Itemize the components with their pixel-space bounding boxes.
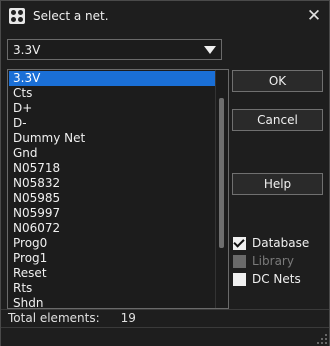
ok-button[interactable]: OK [232,70,323,92]
list-item[interactable]: N05718 [9,161,216,176]
net-list: 3.3V Cts D+ D- Dummy Net Gnd N05718 N05832 N0598… [8,70,216,308]
dc-nets-checkbox[interactable] [233,272,246,286]
status-bar [1,327,329,346]
net-listbox[interactable]: 3.3V Cts D+ D- Dummy Net Gnd N05718 N05832 N0598… [7,69,229,309]
list-item[interactable]: N06072 [9,221,216,236]
combo-value: 3.3V [13,42,41,57]
dialog-window: Select a net. ✕ 3.3V 3.3V Cts D+ D- Dummy Ne… [0,0,330,346]
library-checkbox-row: Library [233,253,294,269]
database-checkbox[interactable] [233,236,246,250]
database-checkbox-row[interactable]: Database [233,235,309,251]
total-elements-count: 19 [120,311,136,325]
library-label: Library [252,254,294,268]
list-item[interactable]: Dummy Net [9,131,216,146]
list-item[interactable]: Prog0 [9,236,216,251]
list-item[interactable]: Shdn [9,296,216,308]
resize-grip-icon[interactable] [317,334,327,344]
list-item[interactable]: Cts [9,86,216,101]
list-item[interactable]: Rts [9,281,216,296]
list-item[interactable]: N05997 [9,206,216,221]
net-combobox[interactable]: 3.3V [7,39,222,60]
dc-nets-checkbox-row[interactable]: DC Nets [233,271,301,287]
scrollbar-thumb[interactable] [219,98,224,248]
list-item[interactable]: D- [9,116,216,131]
divider [1,309,329,310]
chevron-down-icon[interactable] [204,46,216,54]
list-item[interactable]: Reset [9,266,216,281]
window-title: Select a net. [33,9,109,23]
help-button[interactable]: Help [232,173,323,195]
dc-nets-label: DC Nets [252,272,301,286]
cancel-button[interactable]: Cancel [232,109,323,131]
list-item[interactable]: D+ [9,101,216,116]
title-bar: Select a net. ✕ [1,1,329,31]
status-line: Total elements: 19 [8,311,136,325]
total-elements-label: Total elements: [8,311,100,325]
list-item[interactable]: N05985 [9,191,216,206]
list-scrollbar[interactable] [215,70,228,308]
database-label: Database [252,236,310,250]
app-icon [9,8,25,24]
list-item[interactable]: Gnd [9,146,216,161]
list-item[interactable]: Prog1 [9,251,216,266]
list-item[interactable]: 3.3V [9,71,216,86]
library-checkbox [233,254,246,268]
close-icon[interactable]: ✕ [299,1,329,31]
list-item[interactable]: N05832 [9,176,216,191]
